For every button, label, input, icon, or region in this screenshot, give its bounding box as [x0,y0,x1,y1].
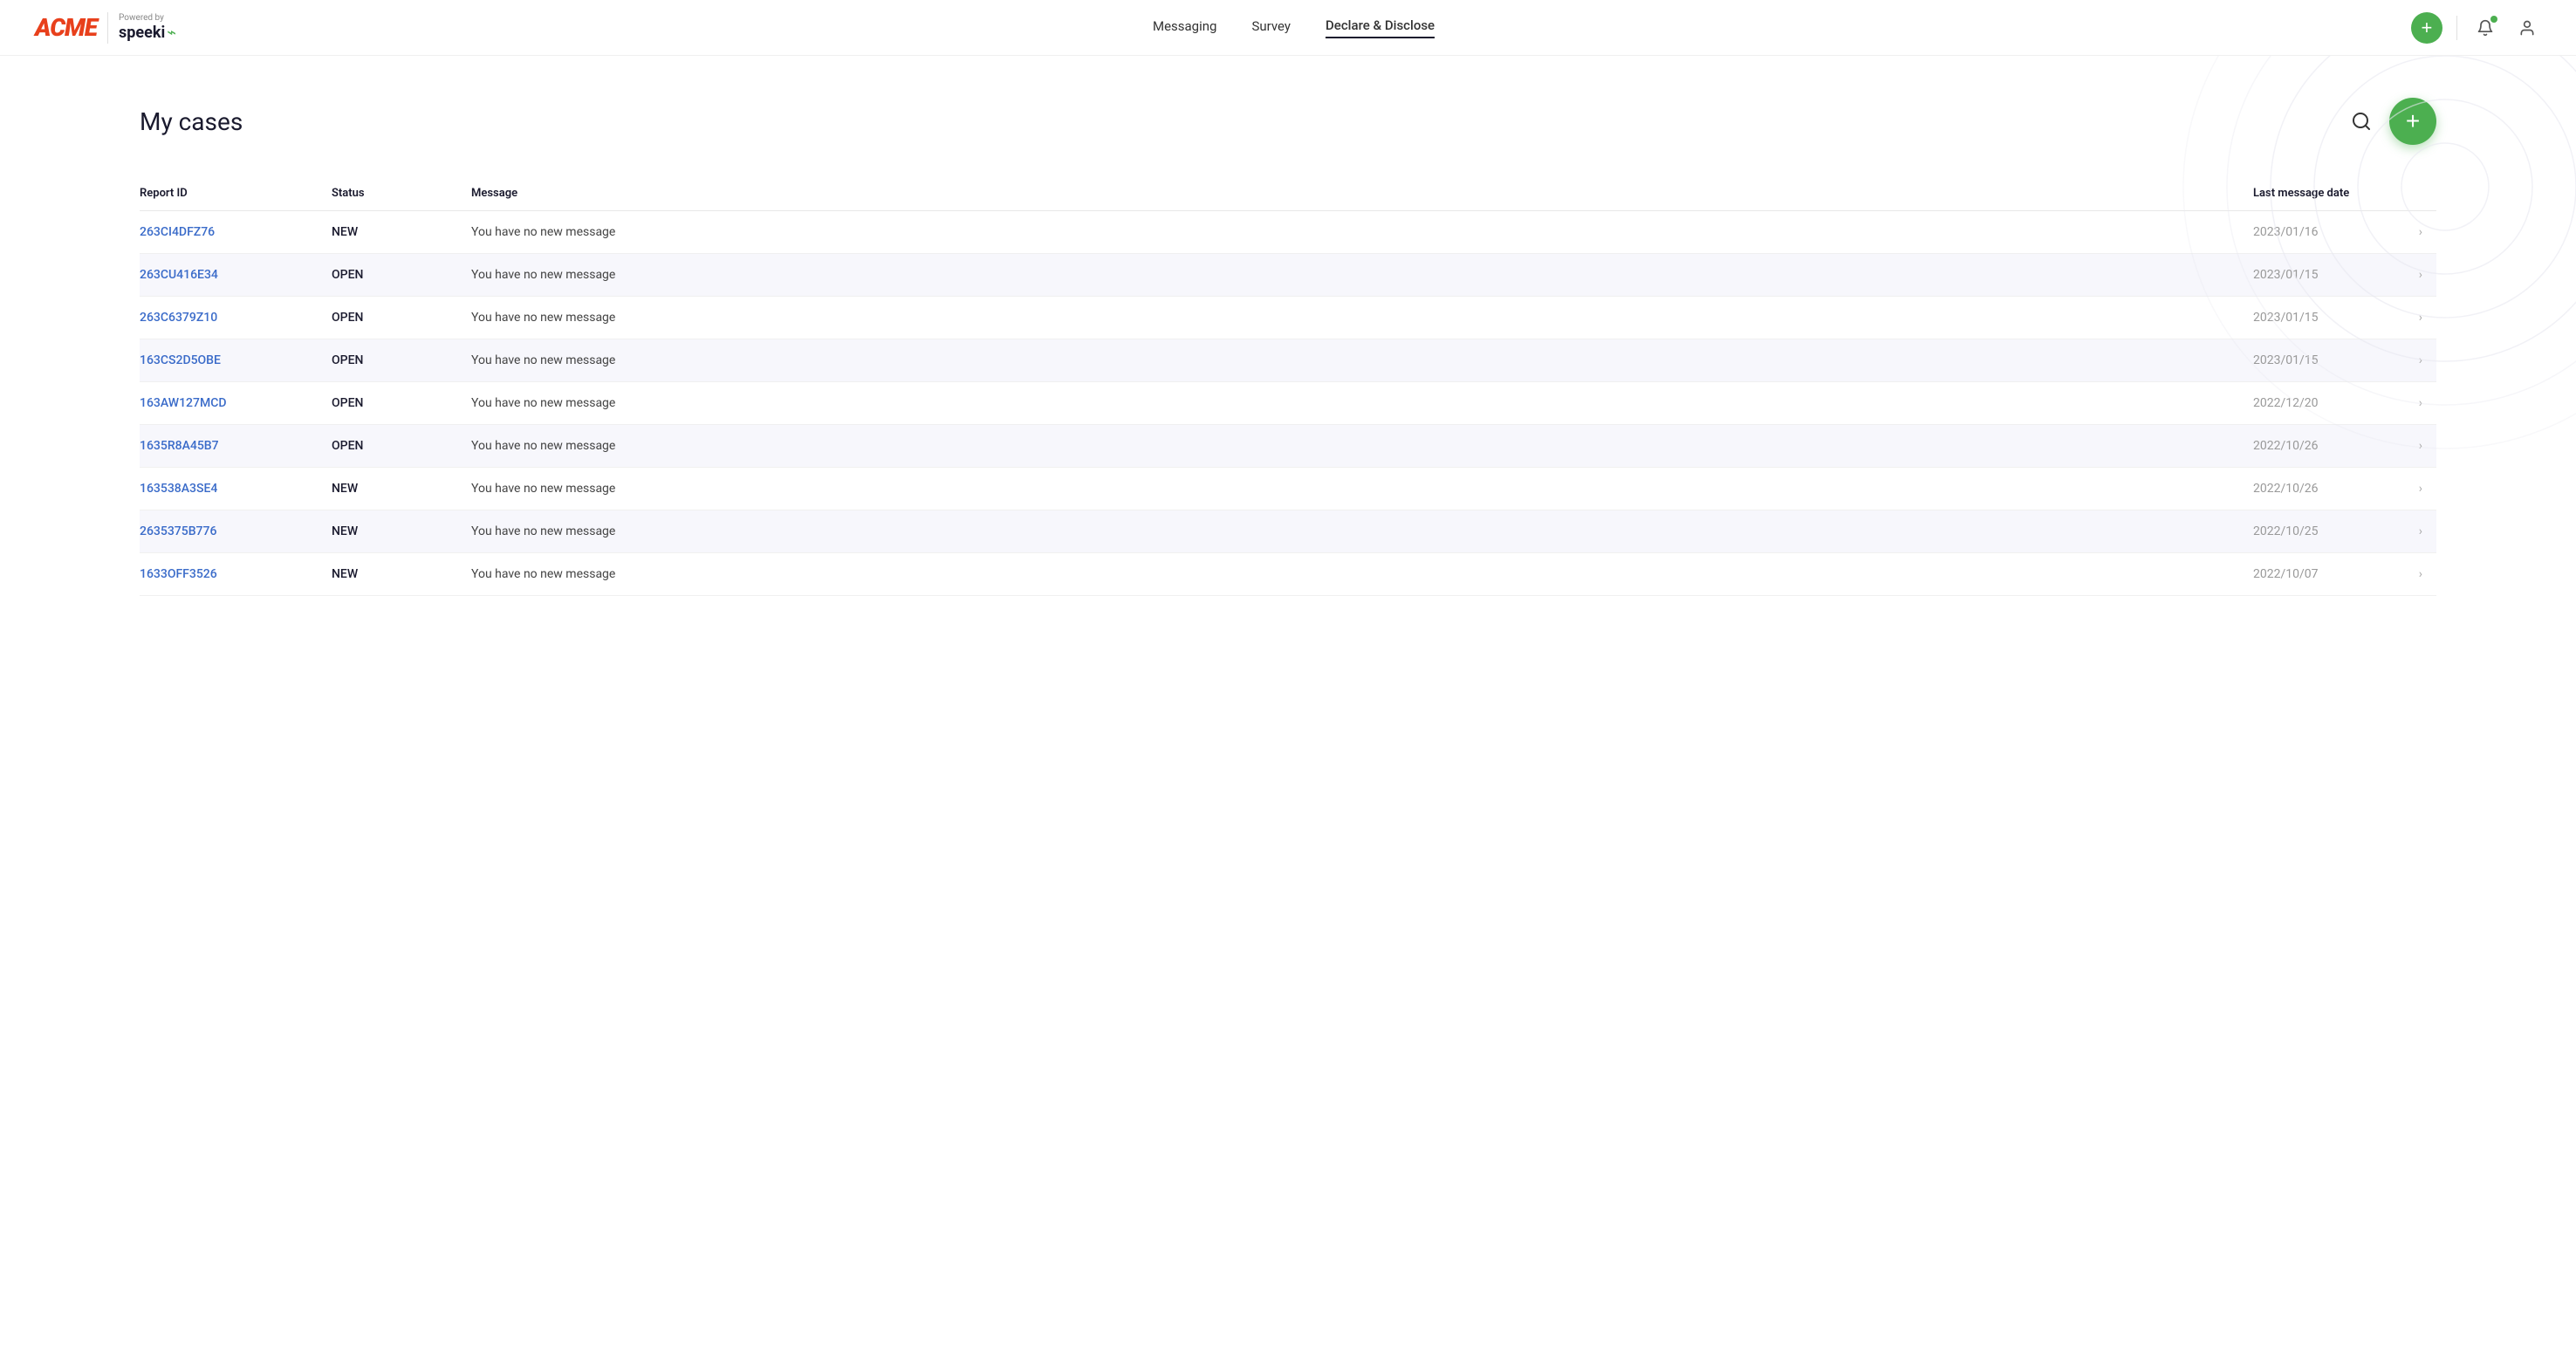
table-header: Report ID Status Message Last message da… [140,176,2436,211]
page-header-actions: + [2351,98,2436,145]
status-cell: NEW [332,225,358,239]
notifications-button[interactable] [2471,14,2499,42]
report-id-link[interactable]: 263CI4DFZ76 [140,225,215,239]
table-body: 263CI4DFZ76 NEW You have no new message … [140,211,2436,596]
table-row[interactable]: 263C6379Z10 OPEN You have no new message… [140,297,2436,339]
nav-messaging[interactable]: Messaging [1153,18,1216,38]
status-cell: OPEN [332,396,363,410]
table-row[interactable]: 163AW127MCD OPEN You have no new message… [140,382,2436,425]
report-id-link[interactable]: 163538A3SE4 [140,482,217,496]
report-id-link[interactable]: 2635375B776 [140,524,216,538]
report-id-link[interactable]: 263C6379Z10 [140,311,217,325]
report-id-link[interactable]: 1635R8A45B7 [140,439,219,453]
report-id-link[interactable]: 263CU416E34 [140,268,218,282]
main-nav: Messaging Survey Declare & Disclose [1153,17,1435,38]
logo-area: ACME Powered by speeki ⌁ [35,12,176,44]
chevron-right-icon: › [2419,439,2422,453]
notification-dot [2490,16,2497,23]
report-id-link[interactable]: 163AW127MCD [140,396,226,410]
chevron-right-icon: › [2419,524,2422,538]
speeki-logo: speeki ⌁ [119,24,176,42]
report-id-link[interactable]: 1633OFF3526 [140,567,217,581]
main-content: My cases + Report ID Status Message Last… [0,56,2576,638]
table-row[interactable]: 263CI4DFZ76 NEW You have no new message … [140,211,2436,254]
logo-divider [107,12,108,44]
add-case-button[interactable]: + [2389,98,2436,145]
status-cell: OPEN [332,439,363,453]
user-icon [2518,19,2536,37]
user-profile-button[interactable] [2513,14,2541,42]
cases-table: Report ID Status Message Last message da… [140,176,2436,596]
date-cell: 2022/10/26 [2253,482,2319,496]
message-cell: You have no new message [471,268,615,282]
message-cell: You have no new message [471,439,615,453]
col-header-message: Message [471,176,2253,211]
date-cell: 2022/10/07 [2253,567,2319,581]
speeki-leaf-icon: ⌁ [167,24,176,42]
header-add-button[interactable]: + [2411,12,2442,44]
col-header-report-id: Report ID [140,176,332,211]
page-header: My cases + [140,98,2436,145]
status-cell: NEW [332,482,358,496]
table-row[interactable]: 263CU416E34 OPEN You have no new message… [140,254,2436,297]
acme-logo: ACME [35,13,97,42]
status-cell: OPEN [332,353,363,367]
report-id-link[interactable]: 163CS2D5OBE [140,353,221,367]
message-cell: You have no new message [471,482,615,496]
chevron-right-icon: › [2419,396,2422,410]
message-cell: You have no new message [471,311,615,325]
date-cell: 2023/01/15 [2253,311,2319,325]
chevron-right-icon: › [2419,311,2422,325]
message-cell: You have no new message [471,225,615,239]
header-divider [2456,16,2457,40]
date-cell: 2022/10/26 [2253,439,2319,453]
page-title: My cases [140,107,243,136]
chevron-right-icon: › [2419,567,2422,581]
chevron-right-icon: › [2419,268,2422,282]
table-row[interactable]: 1635R8A45B7 OPEN You have no new message… [140,425,2436,468]
message-cell: You have no new message [471,524,615,538]
col-header-status: Status [332,176,471,211]
message-cell: You have no new message [471,567,615,581]
status-cell: NEW [332,524,358,538]
table-row[interactable]: 1633OFF3526 NEW You have no new message … [140,553,2436,596]
message-cell: You have no new message [471,353,615,367]
date-cell: 2022/12/20 [2253,396,2319,410]
chevron-right-icon: › [2419,225,2422,239]
table-row[interactable]: 2635375B776 NEW You have no new message … [140,510,2436,553]
table-row[interactable]: 163CS2D5OBE OPEN You have no new message… [140,339,2436,382]
message-cell: You have no new message [471,396,615,410]
search-button[interactable] [2351,111,2372,132]
chevron-right-icon: › [2419,353,2422,367]
nav-declare-disclose[interactable]: Declare & Disclose [1326,17,1435,38]
status-cell: OPEN [332,311,363,325]
speeki-branding: Powered by speeki ⌁ [119,13,176,42]
chevron-right-icon: › [2419,482,2422,496]
date-cell: 2023/01/15 [2253,268,2319,282]
search-icon [2351,111,2372,132]
header: ACME Powered by speeki ⌁ Messaging Surve… [0,0,2576,56]
date-cell: 2023/01/15 [2253,353,2319,367]
nav-survey[interactable]: Survey [1251,18,1291,38]
date-cell: 2022/10/25 [2253,524,2319,538]
header-actions: + [2411,12,2541,44]
col-header-last-message-date: Last message date [2253,176,2410,211]
date-cell: 2023/01/16 [2253,225,2319,239]
status-cell: OPEN [332,268,363,282]
speeki-text: speeki [119,24,165,42]
table-row[interactable]: 163538A3SE4 NEW You have no new message … [140,468,2436,510]
powered-by-text: Powered by [119,13,164,24]
status-cell: NEW [332,567,358,581]
